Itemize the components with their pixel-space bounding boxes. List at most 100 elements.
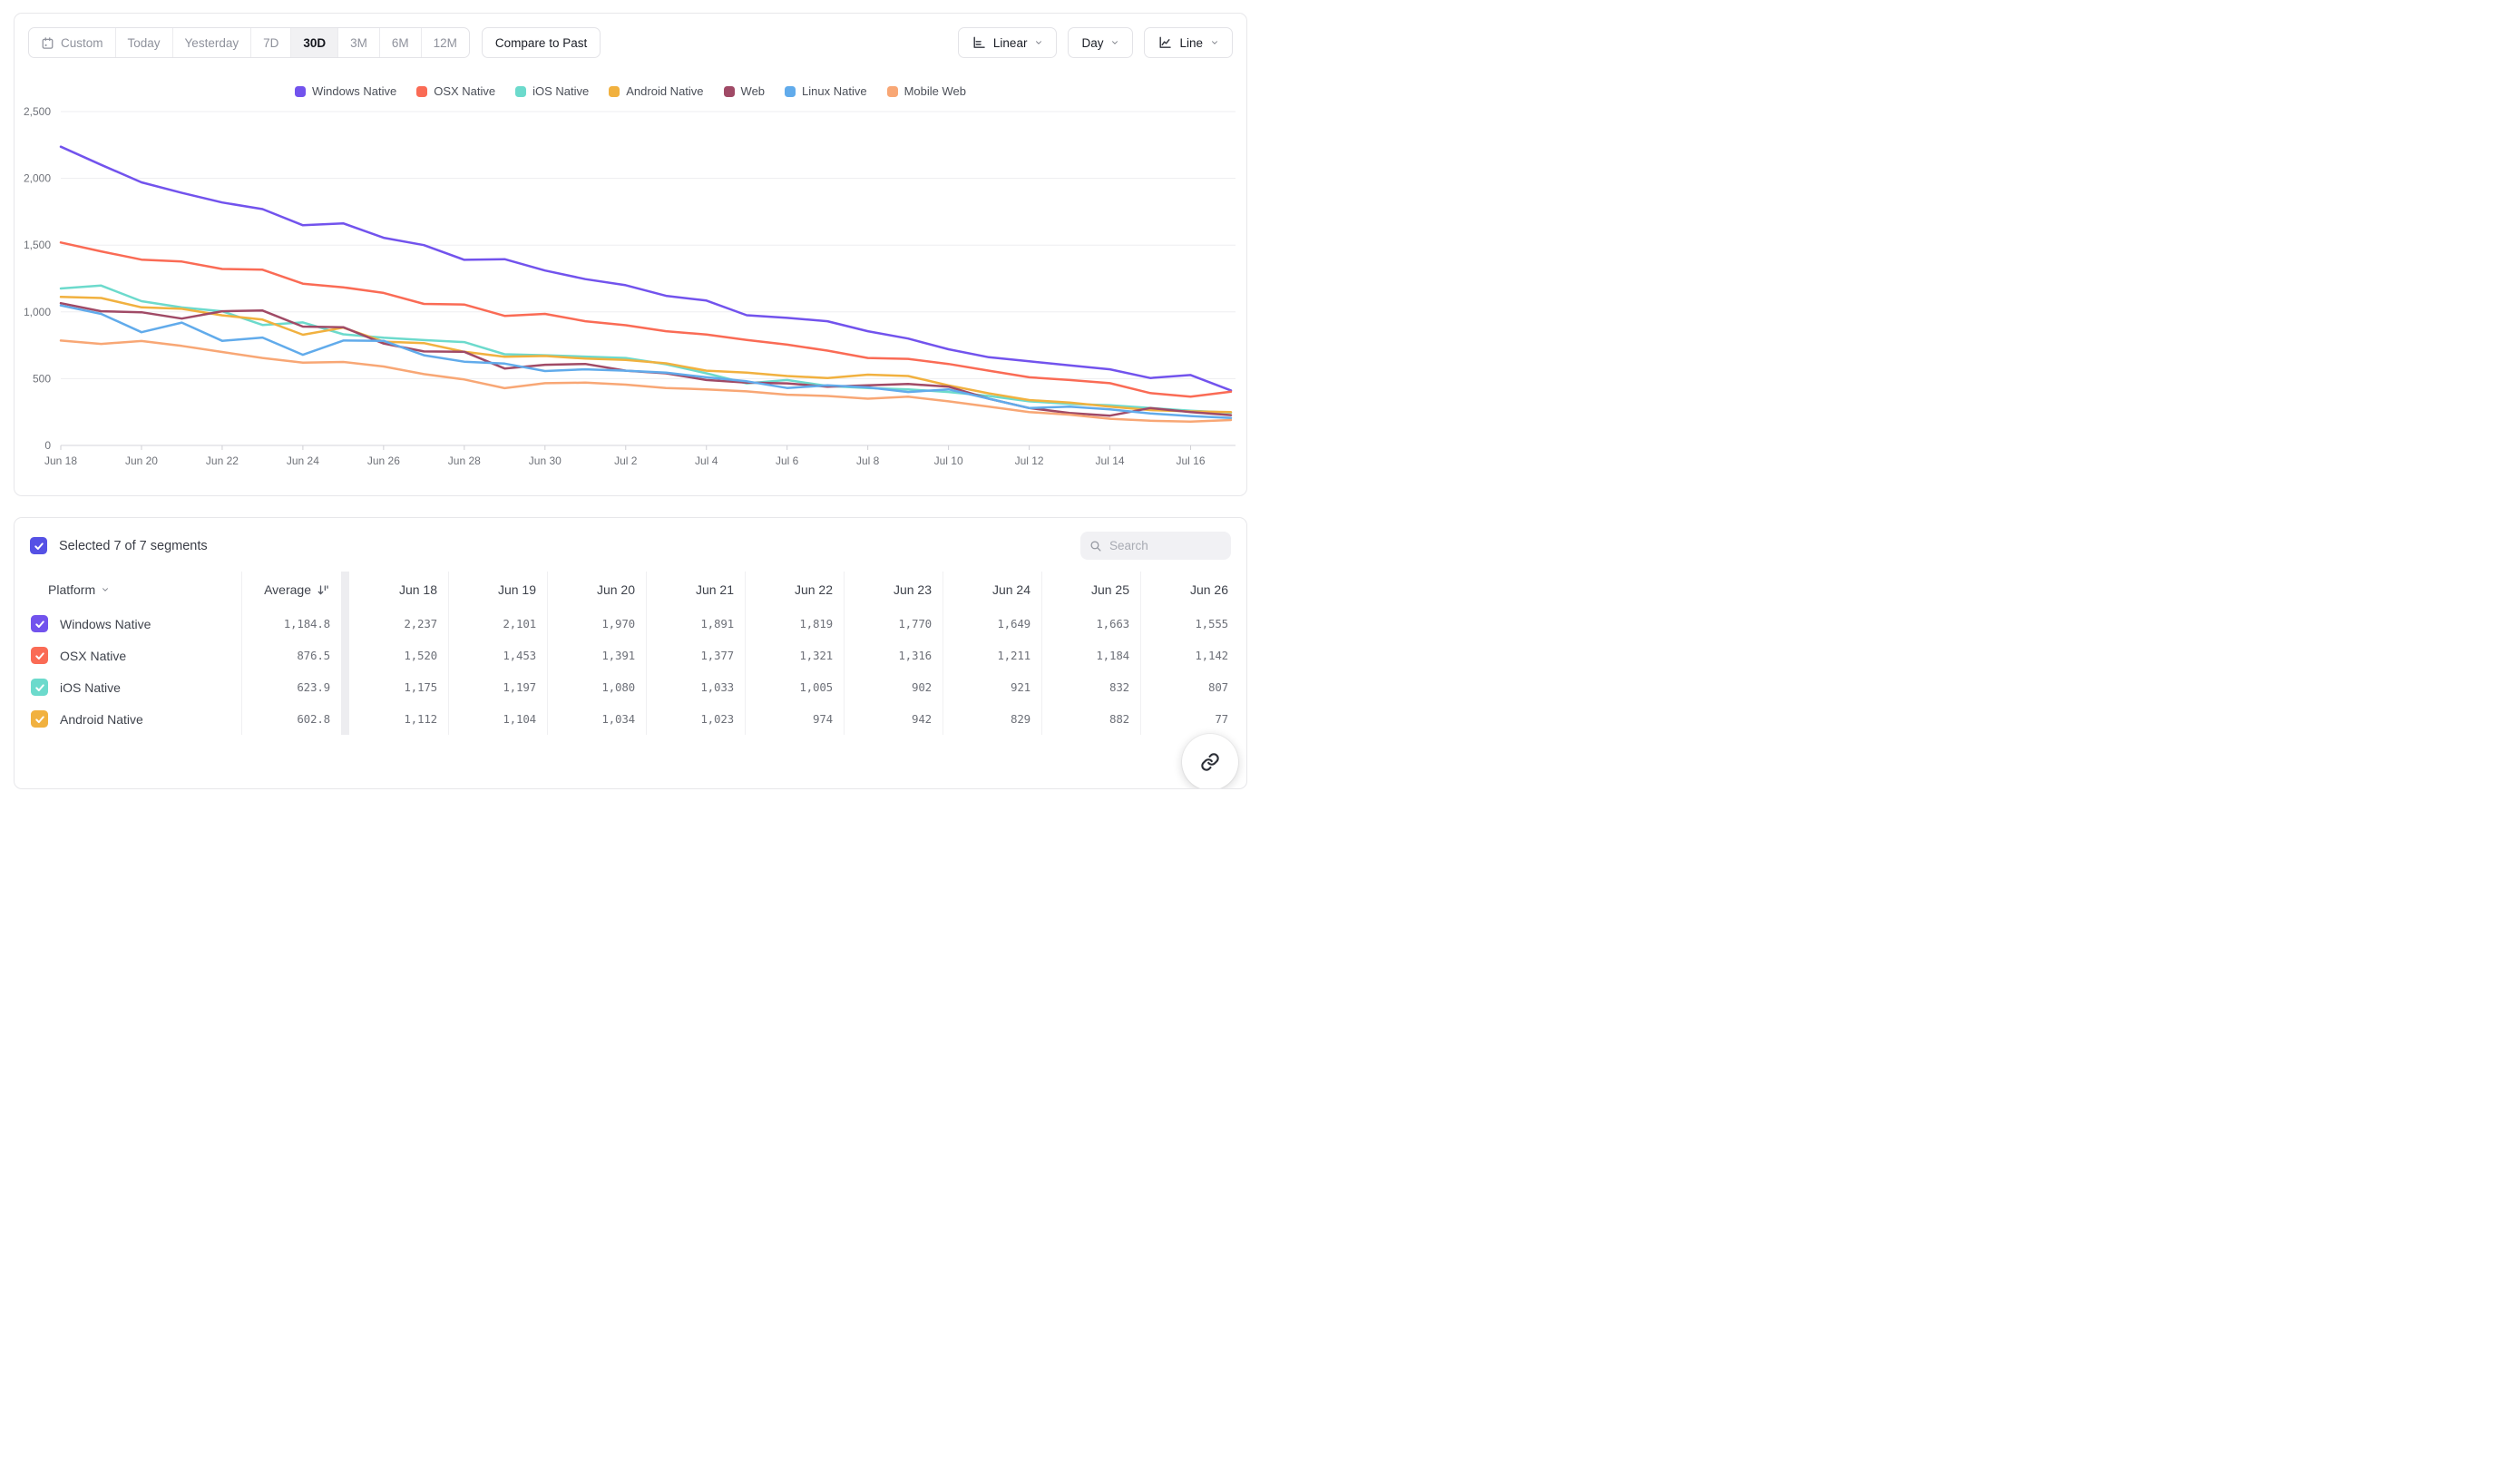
search-input[interactable] [1109,539,1222,552]
chart-card: Custom Today Yesterday 7D 30D 3M 6M 12M … [14,13,1247,496]
day-header-cell[interactable]: Jun 25 [1041,572,1140,608]
x-axis-label: Jul 12 [1015,454,1044,467]
line-chart: 05001,0001,5002,0002,500Jun 18Jun 20Jun … [15,103,1239,467]
chart-type-dropdown[interactable]: Line [1144,27,1233,58]
day-header-cell[interactable]: Jun 19 [448,572,547,608]
search-icon [1089,540,1102,552]
platform-cell: OSX Native [15,647,241,664]
value-cell: 829 [943,703,1041,735]
frozen-column-separator [341,640,349,671]
average-cell: 623.9 [241,671,341,703]
day-header-cell[interactable]: Jun 20 [547,572,646,608]
day-header-cell[interactable]: Jun 24 [943,572,1041,608]
legend-swatch [295,86,306,97]
range-30d[interactable]: 30D [290,28,337,57]
value-cell: 1,080 [547,671,646,703]
value-cell: 1,819 [745,608,844,640]
series-line-web [61,303,1231,415]
range-custom[interactable]: Custom [29,28,115,57]
legend-item-web[interactable]: Web [724,84,766,98]
day-value: 1,391 [601,649,635,662]
chevron-down-icon [1210,38,1219,47]
x-axis-label: Jun 20 [125,454,158,467]
scale-dropdown[interactable]: Linear [958,27,1058,58]
day-value: 1,970 [601,617,635,630]
legend-item-osx-native[interactable]: OSX Native [416,84,495,98]
segment-checkbox[interactable] [31,647,48,664]
legend-item-ios-native[interactable]: iOS Native [515,84,589,98]
range-3m[interactable]: 3M [337,28,379,57]
legend-item-android-native[interactable]: Android Native [609,84,703,98]
range-7d[interactable]: 7D [250,28,290,57]
value-cell: 1,316 [844,640,943,671]
legend-swatch [724,86,735,97]
segment-search[interactable] [1080,532,1231,560]
range-yesterday[interactable]: Yesterday [172,28,251,57]
legend-swatch [416,86,427,97]
day-value: 1,080 [601,680,635,694]
value-cell: 1,649 [943,608,1041,640]
frozen-column-separator [341,703,349,735]
platform-name: OSX Native [60,649,126,663]
value-cell: 2,237 [349,608,448,640]
day-header-cell[interactable]: Jun 26 [1140,572,1239,608]
day-header-cell[interactable]: Jun 21 [646,572,745,608]
day-header-cell[interactable]: Jun 18 [349,572,448,608]
y-axis-label: 1,000 [24,306,51,318]
x-axis-label: Jul 16 [1177,454,1206,467]
day-value: 1,891 [700,617,734,630]
range-12m[interactable]: 12M [421,28,469,57]
calendar-icon [41,36,54,50]
platform-header-cell[interactable]: Platform [15,582,241,597]
value-cell: 1,197 [448,671,547,703]
table-row-windows-native: Windows Native1,184.82,2372,1011,9701,89… [15,608,1246,640]
legend-label: Web [741,84,766,98]
date-range-group: Custom Today Yesterday 7D 30D 3M 6M 12M [28,27,470,58]
legend-item-mobile-web[interactable]: Mobile Web [887,84,966,98]
legend-item-windows-native[interactable]: Windows Native [295,84,396,98]
legend-swatch [785,86,796,97]
value-cell: 942 [844,703,943,735]
segment-checkbox[interactable] [31,615,48,632]
legend-label: OSX Native [434,84,495,98]
platform-cell: Android Native [15,710,241,728]
table-header-row: Platform Average Jun 18Jun 19Jun 20 Jun 2… [15,572,1246,608]
platform-table: Platform Average Jun 18Jun 19Jun 20 Jun 2… [15,572,1246,735]
average-header-label: Average [264,582,311,597]
x-axis-label: Jul 4 [695,454,718,467]
value-cell: 974 [745,703,844,735]
x-axis-label: Jul 2 [614,454,638,467]
check-icon [34,682,45,693]
average-header-cell[interactable]: Average [241,572,341,608]
day-value: 2,101 [503,617,536,630]
legend-item-linux-native[interactable]: Linux Native [785,84,867,98]
day-value: 1,453 [503,649,536,662]
day-header-cell[interactable]: Jun 23 [844,572,943,608]
y-axis-label: 500 [33,372,51,385]
range-today[interactable]: Today [115,28,172,57]
average-cell: 1,184.8 [241,608,341,640]
value-cell: 1,555 [1140,608,1239,640]
day-header-label: Jun 23 [894,582,932,597]
value-cell: 832 [1041,671,1140,703]
day-header-label: Jun 21 [696,582,734,597]
range-6m[interactable]: 6M [379,28,421,57]
share-link-button[interactable] [1182,734,1238,789]
segment-checkbox[interactable] [31,710,48,728]
interval-dropdown[interactable]: Day [1068,27,1133,58]
compare-to-past-button[interactable]: Compare to Past [482,27,601,58]
day-header-cell[interactable]: Jun 22 [745,572,844,608]
chart-type-value: Line [1179,36,1203,50]
average-value: 623.9 [297,680,330,694]
check-icon [34,541,44,552]
legend-swatch [887,86,898,97]
day-value: 1,770 [898,617,932,630]
value-cell: 1,663 [1041,608,1140,640]
segments-header: Selected 7 of 7 segments [15,518,1246,560]
value-cell: 1,175 [349,671,448,703]
select-all-checkbox[interactable] [30,537,47,554]
value-cell: 1,321 [745,640,844,671]
segment-checkbox[interactable] [31,679,48,696]
day-value: 832 [1109,680,1129,694]
day-value: 974 [813,712,833,726]
